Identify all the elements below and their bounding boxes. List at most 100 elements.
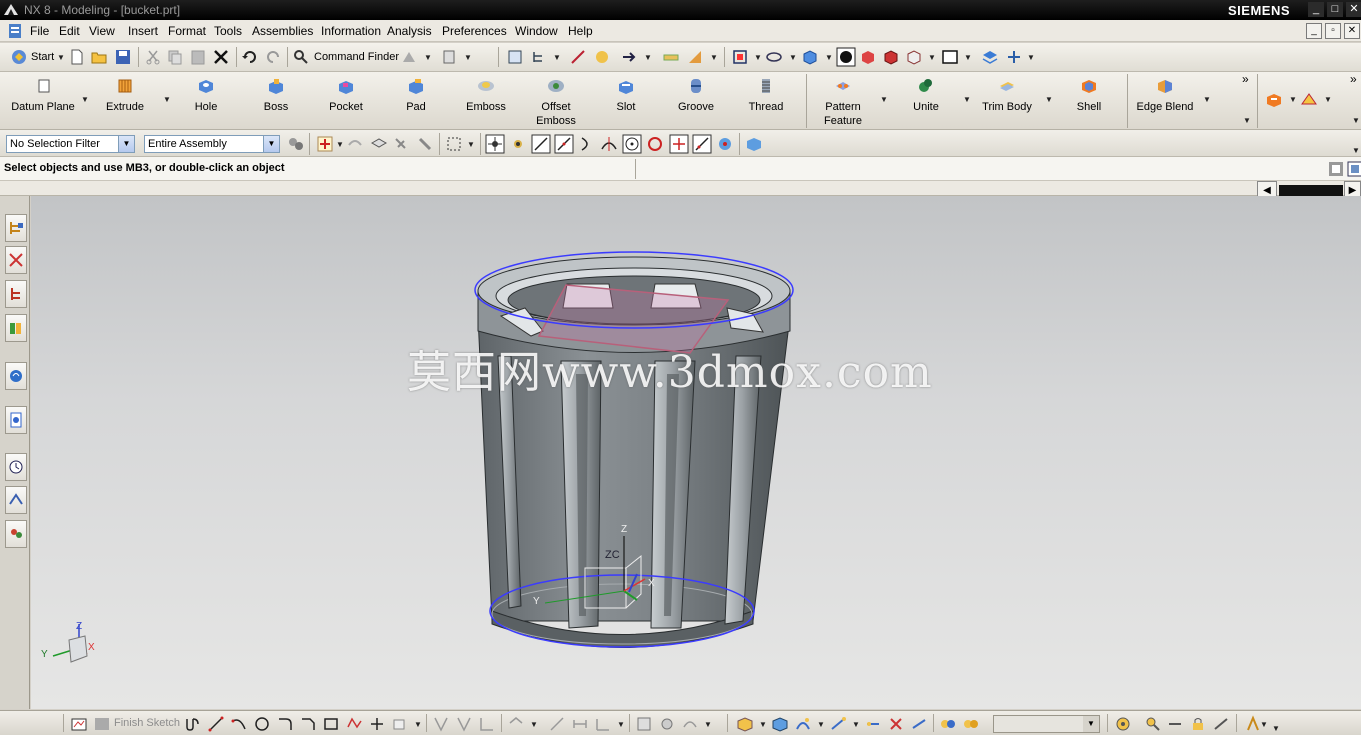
reset-dropdown-icon[interactable]: ▼	[464, 53, 472, 62]
unite-button[interactable]: Unite	[902, 76, 950, 126]
snap-point-on-face-icon[interactable]	[716, 135, 734, 153]
selection-filter-arrow-icon[interactable]: ▼	[118, 136, 134, 152]
toolbar-options-right-dropdown-icon[interactable]: ▼	[1352, 116, 1360, 125]
general-selection-icon[interactable]	[316, 135, 334, 153]
start-icon[interactable]	[10, 48, 28, 66]
edge-blend-button[interactable]: Edge Blend	[1133, 76, 1197, 126]
front-view-icon[interactable]	[859, 48, 877, 66]
iso-view-icon[interactable]	[882, 48, 900, 66]
reset-icon[interactable]	[440, 48, 458, 66]
assembly-navigator-tab[interactable]	[5, 214, 27, 242]
layer-icon[interactable]	[981, 48, 999, 66]
history-tab[interactable]	[5, 406, 27, 434]
sketch-name-dropdown[interactable]: ▼	[993, 715, 1100, 733]
dimension-lock-icon[interactable]	[1189, 715, 1207, 733]
alternate-solution-dropdown-icon[interactable]: ▼	[704, 720, 712, 729]
rectangle-icon[interactable]	[322, 715, 340, 733]
edge-blend-dropdown-icon[interactable]: ▼	[1203, 95, 1211, 104]
snap-quadrant-icon[interactable]	[646, 135, 664, 153]
menu-assemblies[interactable]: Assemblies	[252, 24, 313, 38]
sketch-icon[interactable]	[70, 715, 88, 733]
assembly-tree-icon[interactable]	[530, 48, 548, 66]
animate-dimension-icon[interactable]	[658, 715, 676, 733]
snap-point-on-curve-icon[interactable]	[692, 134, 712, 154]
pattern-feature-button[interactable]: Pattern Feature	[814, 76, 872, 127]
thread-button[interactable]: Thread	[740, 76, 792, 126]
shaded-view-icon[interactable]	[801, 48, 819, 66]
extrude-dropdown-icon[interactable]: ▼	[163, 95, 171, 104]
offset-emboss-button[interactable]: Offset Emboss	[528, 76, 584, 127]
paste-icon[interactable]	[189, 48, 207, 66]
open-folder-icon[interactable]	[90, 48, 108, 66]
cue-menu-icon[interactable]	[1346, 160, 1361, 178]
tangent-select-icon[interactable]	[910, 715, 928, 733]
shell-button[interactable]: Shell	[1066, 76, 1112, 126]
background-icon[interactable]	[941, 48, 959, 66]
part-navigator-icon[interactable]	[506, 48, 524, 66]
web-browser-tab[interactable]	[5, 362, 27, 390]
selection-bar-options-icon[interactable]: ▼	[1352, 146, 1360, 155]
menu-help[interactable]: Help	[568, 24, 593, 38]
fillet-icon[interactable]	[276, 715, 294, 733]
fullscreen-icon[interactable]	[1327, 160, 1345, 178]
command-finder-button[interactable]: Command Finder	[314, 51, 399, 63]
associative-icon[interactable]	[864, 715, 882, 733]
selection-scope-arrow-icon[interactable]: ▼	[263, 136, 279, 152]
slot-button[interactable]: Slot	[602, 76, 650, 126]
mirror-curve-dropdown-icon[interactable]: ▼	[530, 720, 538, 729]
menu-window[interactable]: Window	[515, 24, 558, 38]
link-icon[interactable]	[1166, 715, 1184, 733]
select-assembly-icon[interactable]	[287, 135, 305, 153]
polygon-icon[interactable]	[345, 715, 363, 733]
clock-tab[interactable]	[5, 453, 27, 481]
point-icon[interactable]	[368, 715, 386, 733]
undo-icon[interactable]	[241, 48, 259, 66]
select-body-icon[interactable]	[370, 135, 388, 153]
extrude-button[interactable]: Extrude	[96, 76, 154, 126]
constraint-navigator-tab[interactable]	[5, 246, 27, 274]
datum-plane-button[interactable]: Datum Plane	[8, 76, 78, 126]
x-select-icon[interactable]	[887, 715, 905, 733]
snap-control-point-icon[interactable]	[578, 135, 596, 153]
move-object-dropdown-icon[interactable]: ▼	[1027, 53, 1035, 62]
arc-icon[interactable]	[230, 715, 248, 733]
settings-icon[interactable]	[1114, 715, 1132, 733]
menu-information[interactable]: Information	[321, 24, 381, 38]
selection-priority-icon[interactable]	[745, 135, 763, 153]
menu-file[interactable]: File	[30, 24, 49, 38]
menu-tools[interactable]: Tools	[214, 24, 242, 38]
shaded-view-dropdown-icon[interactable]: ▼	[825, 53, 833, 62]
close-button[interactable]: ✕	[1346, 2, 1361, 17]
rotate-view-dropdown-icon[interactable]: ▼	[789, 53, 797, 62]
groove-button[interactable]: Groove	[670, 76, 722, 126]
toolbar-options-dropdown-icon[interactable]: ▼	[1243, 116, 1251, 125]
system-materials-tab[interactable]	[5, 486, 27, 514]
finish-sketch-button[interactable]: Finish Sketch	[114, 717, 180, 729]
feature-select-dropdown-icon[interactable]: ▼	[759, 720, 767, 729]
cut-icon[interactable]	[144, 48, 162, 66]
rotate-view-icon[interactable]	[765, 48, 783, 66]
background-dropdown-icon[interactable]: ▼	[964, 53, 972, 62]
toolbar-overflow-icon[interactable]: »	[1242, 72, 1249, 86]
surface-icon[interactable]	[1300, 91, 1318, 109]
constraint-icon[interactable]	[594, 715, 612, 733]
save-icon[interactable]	[114, 48, 132, 66]
menu-edit[interactable]: Edit	[59, 24, 80, 38]
chamfer-icon[interactable]	[299, 715, 317, 733]
selection-scope-dropdown[interactable]: Entire Assembly ▼	[144, 135, 280, 153]
move-object-icon[interactable]	[1005, 48, 1023, 66]
gradient-dropdown-icon[interactable]: ▼	[710, 53, 718, 62]
doc-close-button[interactable]: ✕	[1344, 23, 1360, 39]
general-selection-dropdown-icon[interactable]: ▼	[336, 140, 344, 149]
boss-button[interactable]: Boss	[252, 76, 300, 126]
snap-intersection-icon[interactable]	[600, 135, 618, 153]
command-finder-icon[interactable]	[292, 48, 310, 66]
minimize-button[interactable]: _	[1308, 2, 1324, 17]
select-face-icon[interactable]	[392, 135, 410, 153]
menu-preferences[interactable]: Preferences	[442, 24, 507, 38]
bottom-toolbar-options-icon[interactable]: ▼	[1272, 724, 1280, 733]
touch-mode-dropdown-icon[interactable]: ▼	[424, 53, 432, 62]
doc-minimize-button[interactable]: _	[1306, 23, 1322, 39]
emboss-button[interactable]: Emboss	[460, 76, 512, 126]
document-icon[interactable]	[6, 22, 24, 40]
